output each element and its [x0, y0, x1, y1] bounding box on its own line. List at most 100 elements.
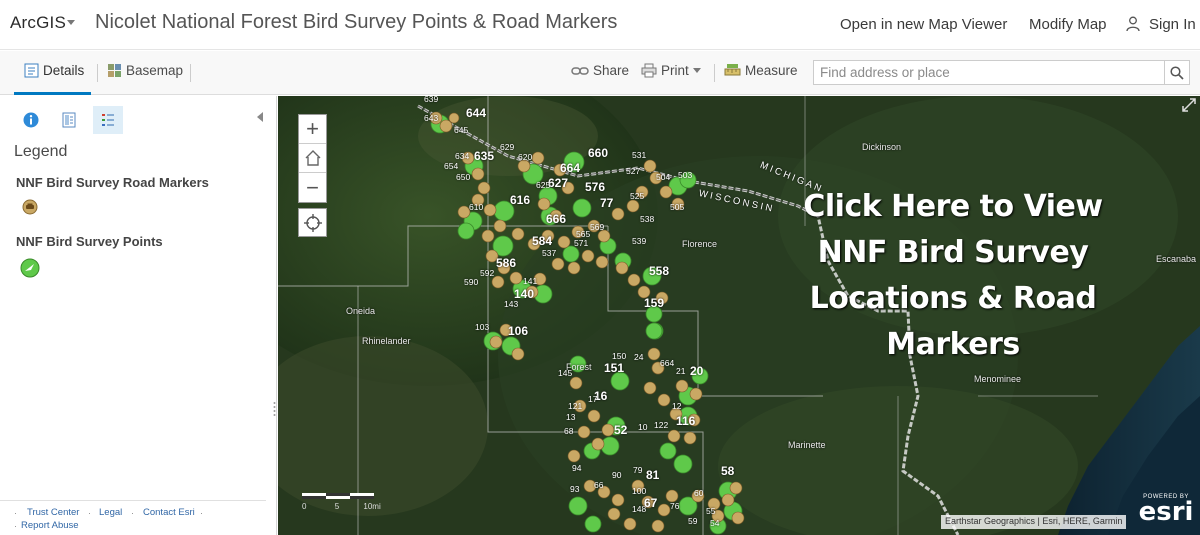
point-label: 666 [546, 212, 567, 226]
measure-label: Measure [745, 63, 798, 78]
zoom-out-button[interactable]: − [299, 173, 326, 202]
details-tab[interactable]: Details [24, 63, 84, 78]
sign-in-link[interactable]: Sign In [1149, 16, 1196, 33]
point-label: 654 [444, 161, 459, 171]
point-label: 10 [638, 422, 648, 432]
search-button[interactable] [1164, 60, 1190, 85]
point-label: 54 [710, 518, 720, 528]
point-label: 664 [660, 358, 675, 368]
trust-center-link[interactable]: Trust Center [27, 507, 79, 518]
place-label: Rhinelander [362, 336, 411, 346]
point-label: 571 [574, 238, 589, 248]
point-label: 538 [640, 214, 655, 224]
map-attribution[interactable]: Earthstar Geographics | Esri, HERE, Garm… [941, 515, 1127, 529]
point-label: 116 [676, 414, 696, 428]
point-label: 525 [630, 191, 645, 201]
point-label: 52 [614, 423, 628, 437]
zoom-control: + − [298, 114, 327, 203]
point-label: 145 [558, 368, 573, 378]
toolbar-divider [190, 64, 191, 82]
report-abuse-link[interactable]: Report Abuse [21, 520, 79, 531]
brand-dropdown-icon[interactable] [67, 20, 75, 25]
point-label: 67 [644, 496, 658, 510]
home-button[interactable] [299, 144, 326, 173]
point-label: 558 [649, 264, 670, 278]
expand-icon[interactable] [1182, 98, 1196, 112]
side-panel: Legend NNF Bird Survey Road Markers NNF … [0, 96, 277, 535]
esri-wordmark: esri [1138, 497, 1194, 527]
contact-esri-link[interactable]: Contact Esri [143, 507, 195, 518]
point-label: 576 [585, 180, 606, 194]
point-label: 77 [600, 196, 614, 210]
search-input[interactable] [813, 60, 1165, 85]
page-title: Nicolet National Forest Bird Survey Poin… [95, 11, 618, 33]
scale-bar [302, 493, 374, 499]
share-button[interactable]: Share [571, 63, 629, 78]
point-label: 106 [508, 324, 529, 338]
point-label: 150 [612, 351, 627, 361]
open-new-map-viewer-link[interactable]: Open in new Map Viewer [840, 16, 1007, 33]
scale-labels: 0 5 10mi [302, 502, 381, 511]
link-icon [571, 66, 589, 75]
printer-icon [641, 63, 657, 78]
point-label: 79 [633, 465, 643, 475]
locate-button[interactable] [298, 208, 327, 237]
legend-layer-title: NNF Bird Survey Points [16, 234, 163, 249]
search-icon [1170, 65, 1184, 80]
point-label: 76 [670, 501, 680, 511]
modify-map-link[interactable]: Modify Map [1029, 16, 1107, 33]
info-icon [23, 112, 39, 128]
user-icon[interactable] [1126, 16, 1140, 32]
print-button[interactable]: Print [641, 63, 701, 78]
point-label: 13 [566, 412, 576, 422]
point-label: 21 [676, 366, 686, 376]
point-label: 625 [536, 180, 551, 190]
share-label: Share [593, 63, 630, 78]
legal-link[interactable]: Legal [99, 507, 122, 518]
legend-heading: Legend [14, 143, 68, 160]
map-view[interactable]: Dickinson Florence Oneida Rhinelander Fo… [278, 96, 1200, 535]
point-label: 629 [500, 142, 515, 152]
point-label: 610 [469, 202, 484, 212]
point-label: 58 [721, 464, 735, 478]
overlay-line: Click Here to View [803, 189, 1103, 224]
point-label: 122 [654, 420, 669, 430]
point-label: 94 [572, 463, 582, 473]
arcgis-brand[interactable]: ArcGIS [10, 13, 66, 33]
point-label: 639 [424, 96, 439, 104]
measure-button[interactable]: Measure [724, 63, 798, 78]
point-label: 151 [604, 361, 625, 375]
collapse-panel-icon[interactable] [257, 112, 263, 122]
esri-logo[interactable]: POWERED BY esri [1136, 494, 1196, 527]
point-label: 60 [694, 488, 704, 498]
point-label: 503 [678, 170, 693, 180]
print-label: Print [661, 63, 689, 78]
content-button[interactable] [54, 106, 84, 134]
point-label: 539 [632, 236, 647, 246]
point-label: 121 [568, 401, 583, 411]
point-label: 505 [670, 202, 685, 212]
about-button[interactable] [16, 106, 46, 134]
zoom-in-button[interactable]: + [299, 115, 326, 144]
point-label: 586 [496, 256, 517, 270]
car-marker-icon [22, 199, 38, 215]
view-locations-link[interactable]: Click Here to View NNF Bird Survey Locat… [743, 184, 1163, 368]
point-label: 531 [632, 150, 647, 160]
toolbar-divider [97, 64, 98, 82]
details-icon [24, 63, 39, 78]
toolbar: Details Basemap Share Print Measure Find… [0, 51, 1200, 95]
point-label: 650 [456, 172, 471, 182]
point-label: 592 [480, 268, 495, 278]
basemap-tab[interactable]: Basemap [107, 63, 183, 78]
overlay-line: NNF Bird Survey [817, 235, 1089, 270]
point-label: 12 [672, 401, 682, 411]
point-label: 565 [576, 229, 591, 239]
legend-layer-title: NNF Bird Survey Road Markers [16, 175, 209, 190]
resize-handle[interactable] [273, 401, 276, 417]
point-label: 141 [523, 276, 538, 286]
legend-button[interactable] [93, 106, 123, 134]
point-label: 159 [644, 296, 665, 310]
top-header: ArcGIS Nicolet National Forest Bird Surv… [0, 0, 1200, 50]
place-label: Oneida [346, 306, 376, 316]
point-label: 635 [474, 149, 495, 163]
